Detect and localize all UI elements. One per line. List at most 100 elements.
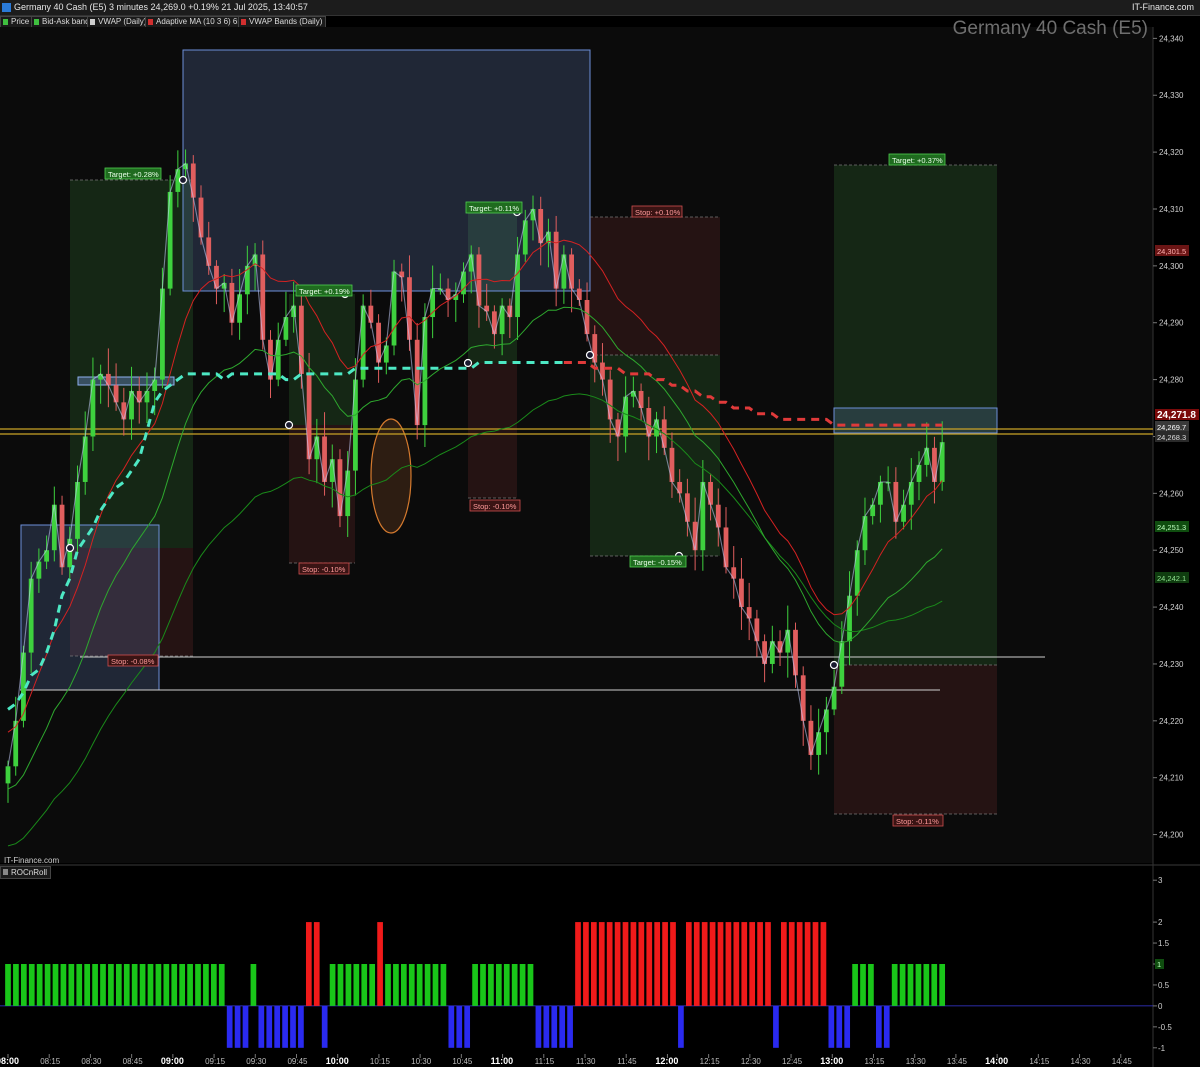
indicator-bar xyxy=(337,964,344,1006)
indicator-bar xyxy=(828,1005,835,1048)
indicator-bar xyxy=(598,922,605,1006)
trade-entry-marker xyxy=(178,175,188,185)
indicator-bar xyxy=(488,964,494,1006)
indicator-bar xyxy=(290,1005,296,1048)
x-tick-label: 14:00 xyxy=(985,1056,1008,1066)
indicator-bar xyxy=(329,964,336,1006)
y-tick-label: 24,230 xyxy=(1159,660,1184,669)
chart-title: Germany 40 Cash (E5) xyxy=(952,18,1148,39)
indicator-bar xyxy=(725,922,732,1006)
legend-swatch-icon xyxy=(241,19,246,25)
indicator-bar xyxy=(860,964,866,1006)
indicator-bar xyxy=(408,964,415,1006)
trade-zone-box xyxy=(590,217,720,355)
indicator-bar xyxy=(875,1005,882,1048)
indicator-bar xyxy=(131,964,138,1006)
price-axis-label: 24,268.3 xyxy=(1157,433,1186,442)
indicator-bar xyxy=(907,964,914,1006)
indicator-bar xyxy=(606,922,613,1006)
y-tick-label: 24,300 xyxy=(1159,262,1184,271)
x-tick-label: 10:15 xyxy=(370,1057,391,1066)
trade-entry-marker xyxy=(65,543,75,553)
indicator-bar xyxy=(670,922,676,1006)
indicator-bar xyxy=(614,922,621,1006)
stop-label: Stop: -0.08% xyxy=(111,657,155,666)
x-tick-label: 12:45 xyxy=(782,1057,803,1066)
legend-swatch-icon xyxy=(3,19,8,25)
indicator-bar xyxy=(76,964,83,1006)
indicator-bar xyxy=(13,964,19,1006)
legend-label: Adaptive MA (10 3 6) 6m xyxy=(156,17,245,26)
indicator-bar xyxy=(662,922,668,1006)
legend-swatch-icon xyxy=(34,19,39,25)
indicator-bar xyxy=(187,964,193,1006)
indicator-y-label: 3 xyxy=(1158,876,1163,885)
legend-label: Price xyxy=(11,17,30,26)
y-tick-label: 24,210 xyxy=(1159,774,1184,783)
indicator-y-label: 1.5 xyxy=(1158,939,1170,948)
app-logo-icon xyxy=(2,3,11,12)
y-tick-label: 24,320 xyxy=(1159,148,1184,157)
indicator-bar xyxy=(195,964,201,1006)
x-tick-label: 11:00 xyxy=(491,1056,514,1066)
indicator-bar xyxy=(203,964,209,1006)
indicator-bar xyxy=(28,964,35,1006)
indicator-bar xyxy=(852,964,858,1006)
indicator-label[interactable]: ROCnRoll xyxy=(0,866,52,879)
x-tick-label: 11:45 xyxy=(617,1057,637,1066)
indicator-bar xyxy=(377,922,383,1006)
indicator-bar xyxy=(923,964,930,1006)
chart-canvas[interactable]: 24,200 24,210 24,220 24,230 24,240 24,250 24,2… xyxy=(0,27,1200,1067)
indicator-bar xyxy=(796,922,803,1006)
legend-label: VWAP Bands (Daily) xyxy=(249,17,323,26)
indicator-bar xyxy=(685,922,692,1006)
trade-entry-marker xyxy=(284,420,294,430)
x-tick-label: 14:45 xyxy=(1112,1057,1133,1066)
x-tick-label: 09:30 xyxy=(246,1057,267,1066)
indicator-bar xyxy=(210,964,217,1006)
indicator-bar xyxy=(345,964,352,1006)
trade-zone-box xyxy=(289,425,355,563)
indicator-bar xyxy=(717,922,724,1006)
indicator-bar xyxy=(638,922,645,1006)
indicator-bar xyxy=(60,964,67,1006)
title-bar: Germany 40 Cash (E5) 3 minutes 24,269.0 … xyxy=(0,0,1200,16)
x-tick-label: 14:15 xyxy=(1029,1057,1050,1066)
price-axis-label: 24,269.7 xyxy=(1157,423,1186,432)
y-tick-label: 24,220 xyxy=(1159,717,1184,726)
indicator-bar xyxy=(646,922,653,1006)
y-tick-label: 24,260 xyxy=(1159,489,1184,498)
indicator-bar xyxy=(68,964,75,1006)
indicator-bar xyxy=(551,1005,558,1048)
x-tick-label: 12:30 xyxy=(741,1057,762,1066)
x-tick-label: 13:15 xyxy=(864,1057,885,1066)
indicator-bar xyxy=(511,964,518,1006)
y-tick-label: 24,280 xyxy=(1159,376,1184,385)
indicator-y-label: -0.5 xyxy=(1158,1023,1172,1032)
indicator-bar xyxy=(464,1005,471,1048)
indicator-bar xyxy=(757,922,763,1006)
y-tick-label: 24,250 xyxy=(1159,546,1184,555)
legend-label: VWAP (Daily) xyxy=(98,17,147,26)
indicator-bar xyxy=(250,964,257,1006)
indicator-y-label: -1 xyxy=(1158,1044,1166,1053)
indicator-bar xyxy=(393,964,399,1006)
x-tick-label: 13:45 xyxy=(947,1057,968,1066)
indicator-bar xyxy=(472,964,478,1006)
x-tick-label: 08:15 xyxy=(40,1057,61,1066)
indicator-bar xyxy=(108,964,114,1006)
indicator-y-label: 0 xyxy=(1158,1002,1163,1011)
trade-zone-box xyxy=(468,363,517,498)
indicator-bar xyxy=(416,964,423,1006)
indicator-bar xyxy=(701,922,708,1006)
x-tick-label: 10:45 xyxy=(452,1057,473,1066)
indicator-bar xyxy=(915,964,922,1006)
indicator-bar xyxy=(559,1005,566,1048)
indicator-bar xyxy=(282,1005,288,1048)
legend-label: Bid-Ask band xyxy=(42,17,90,26)
price-axis-label: 24,271.8 xyxy=(1157,410,1196,421)
x-tick-label: 11:15 xyxy=(535,1057,555,1066)
indicator-bar xyxy=(820,922,827,1006)
trade-entry-marker xyxy=(829,660,839,670)
indicator-y-label: 2 xyxy=(1158,918,1163,927)
